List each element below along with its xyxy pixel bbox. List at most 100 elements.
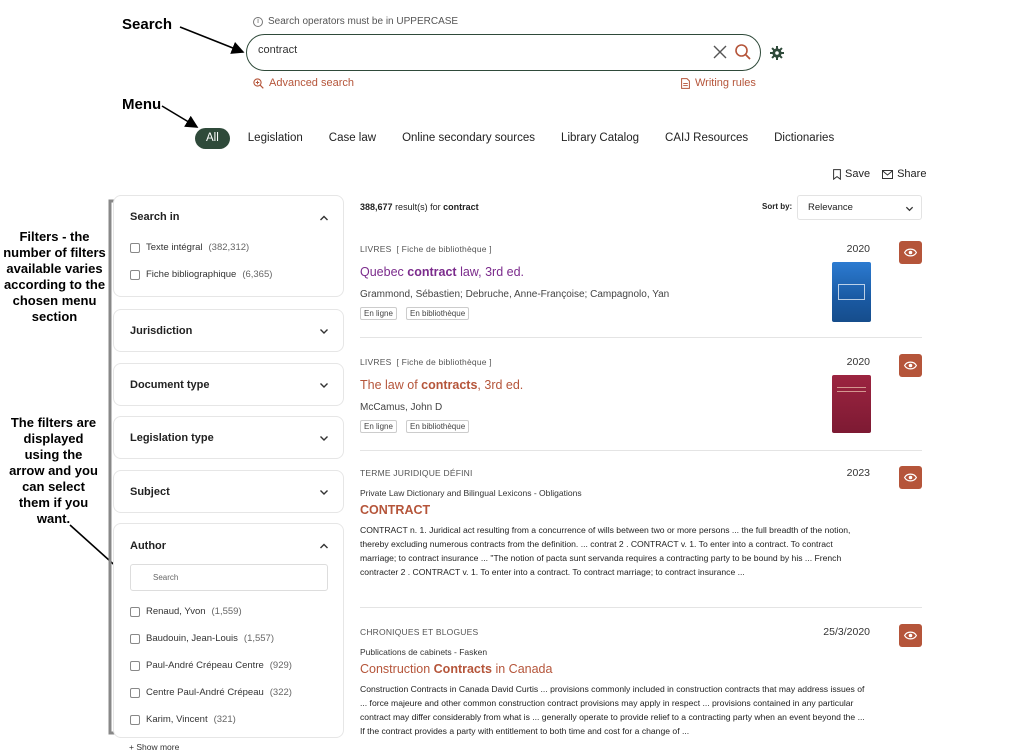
checkbox[interactable] [130,269,140,280]
bookmark-icon [833,168,841,180]
result-excerpt: Construction Contracts in Canada David C… [360,684,865,736]
result-title-link[interactable]: CONTRACT [360,503,430,517]
result-date: 25/3/2020 [823,626,870,638]
availability-badge: En bibliothèque [406,420,470,433]
search-input[interactable] [258,44,688,56]
filter-option[interactable]: Fiche bibliographique (6,365) [130,269,272,280]
filter-option[interactable]: Baudouin, Jean-Louis (1,557) [130,633,274,644]
filter-option[interactable]: Texte intégral (382,312) [130,242,249,253]
search-hint-text: Search operators must be in UPPERCASE [268,16,459,27]
filter-document-type[interactable]: Document type [113,363,344,406]
mail-icon [882,169,894,179]
results-count: 388,677 result(s) for contract [360,202,479,212]
filter-legislation-type[interactable]: Legislation type [113,416,344,459]
book-cover-image [832,375,871,433]
filter-option[interactable]: Renaud, Yvon (1,559) [130,606,242,617]
preview-button[interactable] [899,624,922,647]
annotation-menu: Menu [122,96,162,113]
chevron-down-icon[interactable] [319,487,329,497]
result-date: 2020 [846,356,870,368]
filter-title: Jurisdiction [130,325,193,337]
result-type: CHRONIQUES ET BLOGUES [360,627,479,637]
clear-icon[interactable] [712,44,728,60]
result-type: LIVRES [ Fiche de bibliothèque ] [360,244,492,254]
eye-icon [904,248,917,257]
tab-library-catalog[interactable]: Library Catalog [548,132,652,144]
filter-option[interactable]: Centre Paul-André Crépeau (322) [130,687,292,698]
checkbox[interactable] [130,633,140,644]
advanced-search-link[interactable]: Advanced search [253,77,354,89]
result-source: Private Law Dictionary and Bilingual Lex… [360,488,582,498]
result-excerpt: CONTRACT n. 1. Juridical act resulting f… [360,525,851,577]
zoom-plus-icon [253,77,264,89]
checkbox[interactable] [130,606,140,617]
sort-select[interactable]: Relevance [797,195,922,220]
filter-option[interactable]: Paul-André Crépeau Centre (929) [130,660,292,671]
result-title-link[interactable]: The law of contracts, 3rd ed. [360,378,523,392]
show-more-link[interactable]: + Show more [129,742,179,752]
filter-option[interactable]: Karim, Vincent (321) [130,714,236,725]
document-icon [681,77,690,89]
result-divider [360,450,922,451]
tab-online-secondary-sources[interactable]: Online secondary sources [389,132,548,144]
availability-badge: En ligne [360,307,397,320]
book-cover-image [832,262,871,322]
chevron-down-icon [905,206,914,212]
availability-badge: En ligne [360,420,397,433]
result-source: Publications de cabinets - Fasken [360,647,488,657]
tab-case-law[interactable]: Case law [316,132,389,144]
search-box [246,34,761,71]
search-icon[interactable] [734,43,752,61]
eye-icon [904,631,917,640]
result-divider [360,607,922,608]
sort-value: Relevance [808,202,853,213]
info-icon: i [253,16,263,27]
annotation-search: Search [122,16,173,33]
chevron-down-icon[interactable] [319,326,329,336]
tab-legislation[interactable]: Legislation [235,132,316,144]
checkbox[interactable] [130,242,140,253]
filter-subject[interactable]: Subject [113,470,344,513]
menu-tabs: All Legislation Case law Online secondar… [195,127,847,149]
result-date: 2020 [846,243,870,255]
chevron-down-icon[interactable] [319,380,329,390]
result-authors: McCamus, John D [360,402,443,413]
result-actions: Save Share [833,168,926,180]
share-label: Share [897,168,927,180]
filter-jurisdiction[interactable]: Jurisdiction [113,309,344,352]
filter-search-in: Search in Texte intégral (382,312) Fiche … [113,195,344,297]
search-hint: i Search operators must be in UPPERCASE [253,16,458,27]
result-type: TERME JURIDIQUE DÉFINI [360,468,473,478]
writing-rules-link[interactable]: Writing rules [681,77,756,89]
gear-icon[interactable] [769,45,785,61]
preview-button[interactable] [899,354,922,377]
result-type: LIVRES [ Fiche de bibliothèque ] [360,357,492,367]
preview-button[interactable] [899,466,922,489]
checkbox[interactable] [130,660,140,671]
chevron-down-icon[interactable] [319,433,329,443]
result-title-link[interactable]: Construction Contracts in Canada [360,662,552,676]
result-date: 2023 [846,467,870,479]
filter-title: Search in [130,211,180,223]
save-button[interactable]: Save [833,168,870,180]
checkbox[interactable] [130,714,140,725]
annotation-filters-display: The filters are displayed using the arro… [9,415,98,526]
writing-rules-label: Writing rules [695,77,756,89]
result-title-link[interactable]: Quebec contract law, 3rd ed. [360,265,524,279]
eye-icon [904,473,917,482]
tab-dictionaries[interactable]: Dictionaries [761,132,847,144]
advanced-search-label: Advanced search [269,77,354,89]
filter-title: Document type [130,379,210,391]
chevron-up-icon[interactable] [319,541,329,551]
filter-title: Legislation type [130,432,214,444]
share-button[interactable]: Share [882,168,926,180]
result-authors: Grammond, Sébastien; Debruche, Anne-Fran… [360,289,670,300]
preview-button[interactable] [899,241,922,264]
tab-all[interactable]: All [195,127,230,149]
checkbox[interactable] [130,687,140,698]
author-search-input[interactable]: Search [130,564,328,591]
eye-icon [904,361,917,370]
filter-author: Author Search Renaud, Yvon (1,559) Baudou… [113,523,344,738]
tab-caij-resources[interactable]: CAIJ Resources [652,132,761,144]
chevron-up-icon[interactable] [319,213,329,223]
